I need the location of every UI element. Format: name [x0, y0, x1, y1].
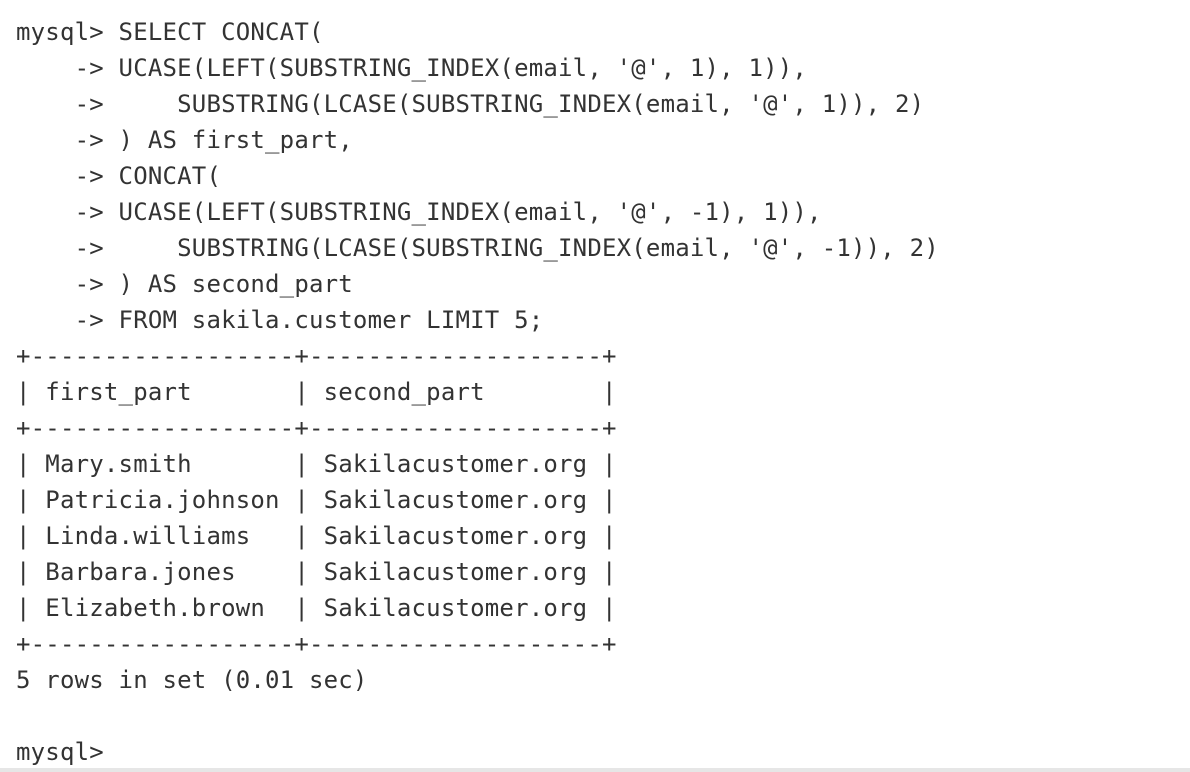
table-border: +------------------+--------------------… — [16, 630, 617, 658]
table-row: | Mary.smith | Sakilacustomer.org | — [16, 450, 617, 478]
table-row: | Elizabeth.brown | Sakilacustomer.org | — [16, 594, 617, 622]
table-header: | first_part | second_part | — [16, 378, 617, 406]
mysql-terminal[interactable]: mysql> SELECT CONCAT( -> UCASE(LEFT(SUBS… — [16, 14, 1190, 770]
table-border: +------------------+--------------------… — [16, 342, 617, 370]
query-line: -> FROM sakila.customer LIMIT 5; — [16, 306, 544, 334]
query-line: -> ) AS second_part — [16, 270, 353, 298]
table-row: | Patricia.johnson | Sakilacustomer.org … — [16, 486, 617, 514]
query-line: -> CONCAT( — [16, 162, 222, 190]
query-line: -> UCASE(LEFT(SUBSTRING_INDEX(email, '@'… — [16, 54, 808, 82]
query-line: -> SUBSTRING(LCASE(SUBSTRING_INDEX(email… — [16, 90, 925, 118]
query-line: mysql> SELECT CONCAT( — [16, 18, 324, 46]
table-row: | Linda.williams | Sakilacustomer.org | — [16, 522, 617, 550]
table-row: | Barbara.jones | Sakilacustomer.org | — [16, 558, 617, 586]
result-summary: 5 rows in set (0.01 sec) — [16, 666, 368, 694]
table-border: +------------------+--------------------… — [16, 414, 617, 442]
command-prompt[interactable]: mysql> — [16, 734, 1190, 770]
bottom-divider — [0, 768, 1190, 772]
query-line: -> SUBSTRING(LCASE(SUBSTRING_INDEX(email… — [16, 234, 939, 262]
query-line: -> ) AS first_part, — [16, 126, 353, 154]
query-line: -> UCASE(LEFT(SUBSTRING_INDEX(email, '@'… — [16, 198, 822, 226]
